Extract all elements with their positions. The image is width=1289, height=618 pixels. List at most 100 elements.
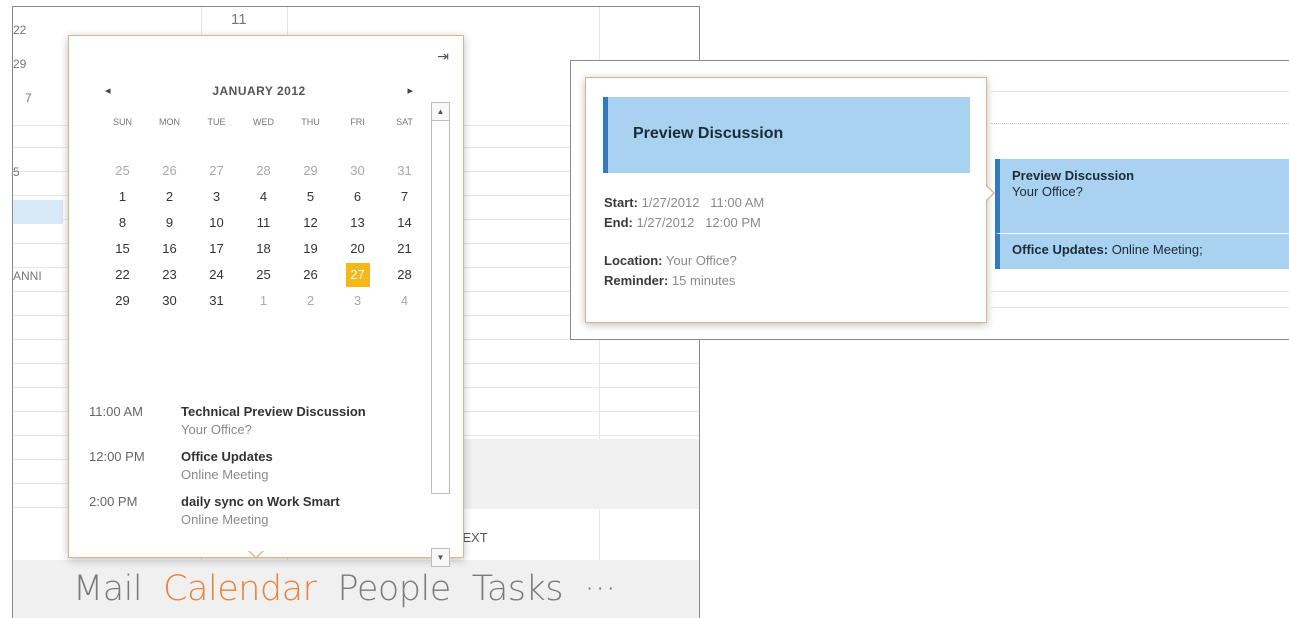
day-cell[interactable]: 2 <box>146 184 193 210</box>
agenda-time: 2:00 PM <box>89 494 138 509</box>
weekday-label: THU <box>301 117 320 127</box>
calendar-event-preview-discussion[interactable]: Preview Discussion Your Office? <box>995 159 1289 233</box>
weekday-label: MON <box>159 117 180 127</box>
day-cell[interactable]: 28 <box>381 262 428 288</box>
agenda-time: 12:00 PM <box>89 449 145 464</box>
nav-calendar[interactable]: Calendar <box>163 569 317 609</box>
day-cell[interactable]: 6 <box>334 184 381 210</box>
weekday-label: TUE <box>207 117 226 127</box>
day-cell[interactable]: 15 <box>99 236 146 262</box>
day-cell[interactable]: 29 <box>99 288 146 314</box>
weekday-label: WED <box>253 117 274 127</box>
start-value: 1/27/2012 11:00 AM <box>641 195 765 210</box>
day-cell[interactable]: 30 <box>334 158 381 184</box>
day-cell[interactable]: 1 <box>99 184 146 210</box>
day-cell[interactable]: 5 <box>287 184 334 210</box>
end-value: 1/27/2012 12:00 PM <box>636 215 761 230</box>
day-cell[interactable]: 18 <box>240 236 287 262</box>
day-cell[interactable]: 11 <box>240 210 287 236</box>
day-cell[interactable]: 17 <box>193 236 240 262</box>
bottom-navigation-bar: Mail Calendar People Tasks ··· <box>13 560 699 618</box>
agenda-location: Online Meeting <box>181 512 269 527</box>
day-cell[interactable]: 22 <box>99 262 146 288</box>
day-cell[interactable]: 12 <box>287 210 334 236</box>
peek-header[interactable]: Preview Discussion <box>603 97 970 173</box>
agenda-item[interactable]: 11:00 AM Technical Preview Discussion Yo… <box>89 404 429 437</box>
day-cell[interactable]: 7 <box>381 184 428 210</box>
day-cell[interactable]: 3 <box>334 288 381 314</box>
weekday-label: SUN <box>112 117 132 127</box>
agenda-scrollbar[interactable] <box>431 102 450 494</box>
flyout-pointer-inner <box>249 550 263 557</box>
day-cell[interactable]: 14 <box>381 210 428 236</box>
nav-tasks[interactable]: Tasks <box>472 569 564 609</box>
agenda-time: 11:00 AM <box>89 404 143 419</box>
scroll-up-arrow-icon[interactable]: ▲ <box>431 102 450 121</box>
peek-end-row: End: 1/27/2012 12:00 PM <box>604 215 764 235</box>
weekday-header-row: SUN MON TUE WED THU FRI SAT <box>99 117 429 127</box>
next-month-icon[interactable]: ▸ <box>407 84 413 97</box>
agenda-list: 11:00 AM Technical Preview Discussion Yo… <box>89 404 429 539</box>
month-day-grid: 25 26 27 28 29 30 31 1 2 3 4 5 6 7 8 9 10 11 12 13 14 15 16 17 1… <box>99 158 429 314</box>
day-cell[interactable]: 10 <box>193 210 240 236</box>
agenda-item[interactable]: 2:00 PM daily sync on Work Smart Online … <box>89 494 429 527</box>
location-label: Location: <box>604 253 663 268</box>
day-cell[interactable]: 9 <box>146 210 193 236</box>
day-cell[interactable]: 23 <box>146 262 193 288</box>
week-number: 22 <box>13 23 27 37</box>
day-cell[interactable]: 26 <box>146 158 193 184</box>
day-cell[interactable]: 24 <box>193 262 240 288</box>
peek-start-row: Start: 1/27/2012 11:00 AM <box>604 195 764 215</box>
week-number: 5 <box>13 165 20 179</box>
day-cell[interactable]: 1 <box>240 288 287 314</box>
calendar-event-office-updates[interactable]: Office Updates: Online Meeting; <box>995 233 1289 269</box>
day-cell[interactable]: 13 <box>334 210 381 236</box>
week-number: 7 <box>25 91 32 105</box>
nav-more-ellipsis[interactable]: ··· <box>584 569 616 609</box>
nav-people[interactable]: People <box>337 569 451 609</box>
peek-reminder-row: Reminder: 15 minutes <box>604 273 764 293</box>
agenda-location: Your Office? <box>181 422 252 437</box>
day-cell[interactable]: 21 <box>381 236 428 262</box>
day-cell[interactable]: 28 <box>240 158 287 184</box>
agenda-title: daily sync on Work Smart <box>181 494 340 509</box>
day-cell-today[interactable]: 27 <box>334 262 381 288</box>
day-cell[interactable]: 4 <box>240 184 287 210</box>
day-cell[interactable]: 31 <box>193 288 240 314</box>
pin-icon[interactable]: ⇥ <box>437 48 449 65</box>
start-label: Start: <box>604 195 638 210</box>
shaded-time-band <box>453 439 699 509</box>
day-cell[interactable]: 3 <box>193 184 240 210</box>
day-cell[interactable]: 25 <box>240 262 287 288</box>
peek-title: Preview Discussion <box>633 125 784 142</box>
agenda-title: Office Updates <box>181 449 273 464</box>
day-cell[interactable]: 29 <box>287 158 334 184</box>
day-cell[interactable]: 26 <box>287 262 334 288</box>
peek-pointer-inner <box>986 186 993 200</box>
event-preview-window: Preview Discussion Your Office? Office U… <box>570 60 1289 340</box>
agenda-title: Technical Preview Discussion <box>181 404 366 419</box>
peek-location-row: Location: Your Office? <box>604 253 764 273</box>
day-cell[interactable]: 8 <box>99 210 146 236</box>
day-cell[interactable]: 30 <box>146 288 193 314</box>
event-title: Preview Discussion <box>1012 168 1135 183</box>
day-cell[interactable]: 16 <box>146 236 193 262</box>
event-title: Office Updates: <box>1012 242 1109 257</box>
nav-mail[interactable]: Mail <box>73 569 143 609</box>
day-cell[interactable]: 25 <box>99 158 146 184</box>
end-label: End: <box>604 215 633 230</box>
day-cell[interactable]: 2 <box>287 288 334 314</box>
day-cell[interactable]: 19 <box>287 236 334 262</box>
day-cell[interactable]: 4 <box>381 288 428 314</box>
month-title: JANUARY 2012 <box>212 84 306 98</box>
scroll-down-arrow-icon[interactable]: ▼ <box>431 548 450 567</box>
week-number: 29 <box>13 57 27 71</box>
day-cell[interactable]: 31 <box>381 158 428 184</box>
column-day-label: 11 <box>231 11 247 28</box>
agenda-item[interactable]: 12:00 PM Office Updates Online Meeting <box>89 449 429 482</box>
day-cell[interactable]: 27 <box>193 158 240 184</box>
day-cell[interactable]: 20 <box>334 236 381 262</box>
agenda-location: Online Meeting <box>181 467 269 482</box>
calendar-peek-flyout: ⇥ ◂ JANUARY 2012 ▸ SUN MON TUE WED THU F… <box>68 35 464 567</box>
weekday-label: FRI <box>350 117 365 127</box>
